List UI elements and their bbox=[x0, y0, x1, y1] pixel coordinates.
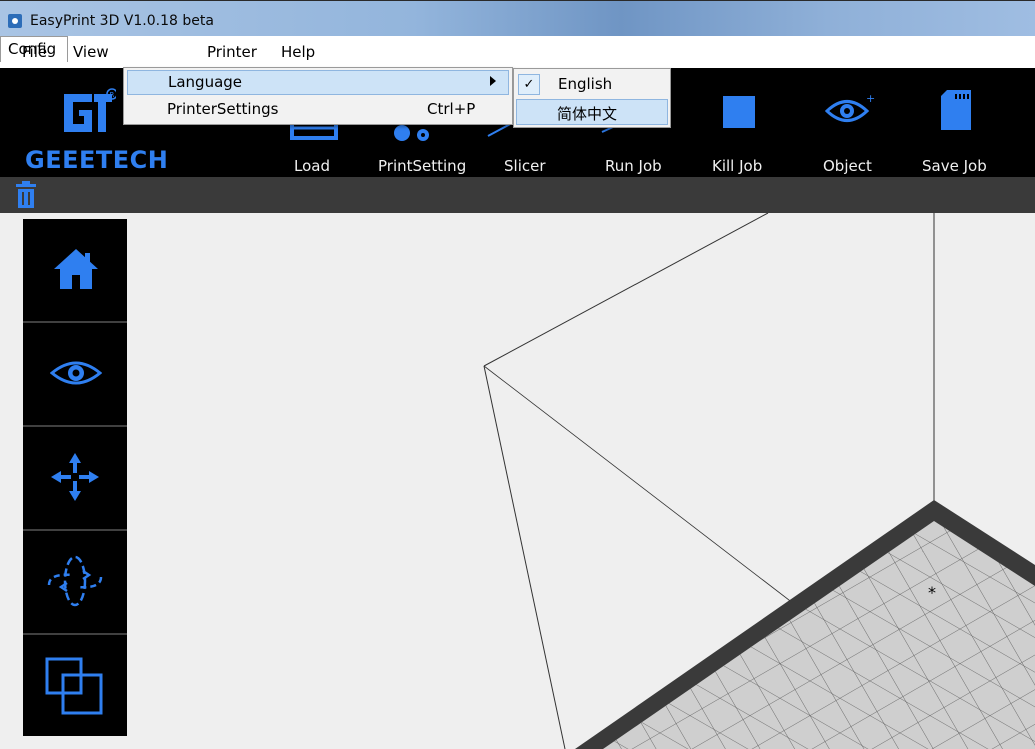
stop-square-icon bbox=[723, 96, 755, 128]
load-button[interactable]: Load bbox=[294, 157, 330, 175]
menu-item-printer-settings-label: PrinterSettings bbox=[167, 100, 279, 118]
object-button[interactable]: Object bbox=[823, 157, 872, 175]
side-tool-panel bbox=[23, 219, 127, 736]
build-volume-view: * bbox=[483, 213, 1035, 749]
scale-button[interactable] bbox=[23, 635, 127, 736]
trash-icon[interactable] bbox=[15, 181, 37, 209]
home-icon bbox=[54, 249, 98, 289]
slicer-button[interactable]: Slicer bbox=[504, 157, 546, 175]
menu-help[interactable]: Help bbox=[281, 43, 315, 61]
svg-text:+: + bbox=[866, 94, 875, 105]
menu-item-language[interactable]: Language bbox=[127, 70, 509, 95]
geeetech-logo-icon: R bbox=[64, 88, 116, 132]
title-bar: EasyPrint 3D V1.0.18 beta bbox=[0, 0, 1035, 36]
language-submenu: ✓ English 简体中文 bbox=[513, 68, 671, 128]
submenu-arrow-icon bbox=[490, 76, 496, 86]
3d-viewport[interactable]: * bbox=[0, 213, 1035, 749]
checkmark-icon: ✓ bbox=[518, 74, 540, 95]
save-job-button[interactable]: Save Job bbox=[922, 157, 987, 175]
window-title: EasyPrint 3D V1.0.18 beta bbox=[30, 13, 214, 29]
app-icon bbox=[8, 14, 22, 28]
kill-job-button[interactable]: Kill Job bbox=[712, 157, 762, 175]
menu-view[interactable]: View bbox=[73, 43, 109, 61]
move-arrows-icon bbox=[51, 453, 99, 501]
menu-item-language-label: Language bbox=[168, 73, 243, 91]
eye-icon bbox=[50, 361, 102, 385]
view-button[interactable] bbox=[23, 323, 127, 424]
home-button[interactable] bbox=[23, 219, 127, 320]
config-dropdown-menu: Language PrinterSettings Ctrl+P bbox=[123, 67, 513, 125]
move-button[interactable] bbox=[23, 427, 127, 528]
origin-marker: * bbox=[928, 583, 936, 602]
print-setting-icon bbox=[394, 125, 429, 141]
menu-bar: File View Config Printer Help bbox=[0, 36, 1035, 68]
eye-icon: + bbox=[825, 94, 875, 122]
rotate-button[interactable] bbox=[23, 531, 127, 632]
run-job-button[interactable]: Run Job bbox=[605, 157, 662, 175]
shortcut-label: Ctrl+P bbox=[427, 100, 476, 118]
menu-item-printer-settings[interactable]: PrinterSettings Ctrl+P bbox=[127, 97, 509, 122]
menu-item-english[interactable]: ✓ English bbox=[516, 71, 668, 98]
svg-text:R: R bbox=[110, 91, 115, 99]
menu-item-english-label: English bbox=[558, 75, 613, 93]
menu-printer[interactable]: Printer bbox=[207, 43, 257, 61]
secondary-toolbar bbox=[0, 177, 1035, 213]
menu-item-simplified-chinese-label: 简体中文 bbox=[557, 105, 618, 123]
menu-config-label: Config bbox=[8, 40, 57, 58]
scale-squares-icon bbox=[45, 657, 103, 715]
sd-card-icon bbox=[941, 90, 971, 130]
menu-item-simplified-chinese[interactable]: 简体中文 bbox=[516, 99, 668, 125]
rotate-icon bbox=[47, 555, 103, 607]
logo-text: GEEETECH bbox=[25, 146, 169, 174]
print-setting-button[interactable]: PrintSetting bbox=[378, 157, 466, 175]
